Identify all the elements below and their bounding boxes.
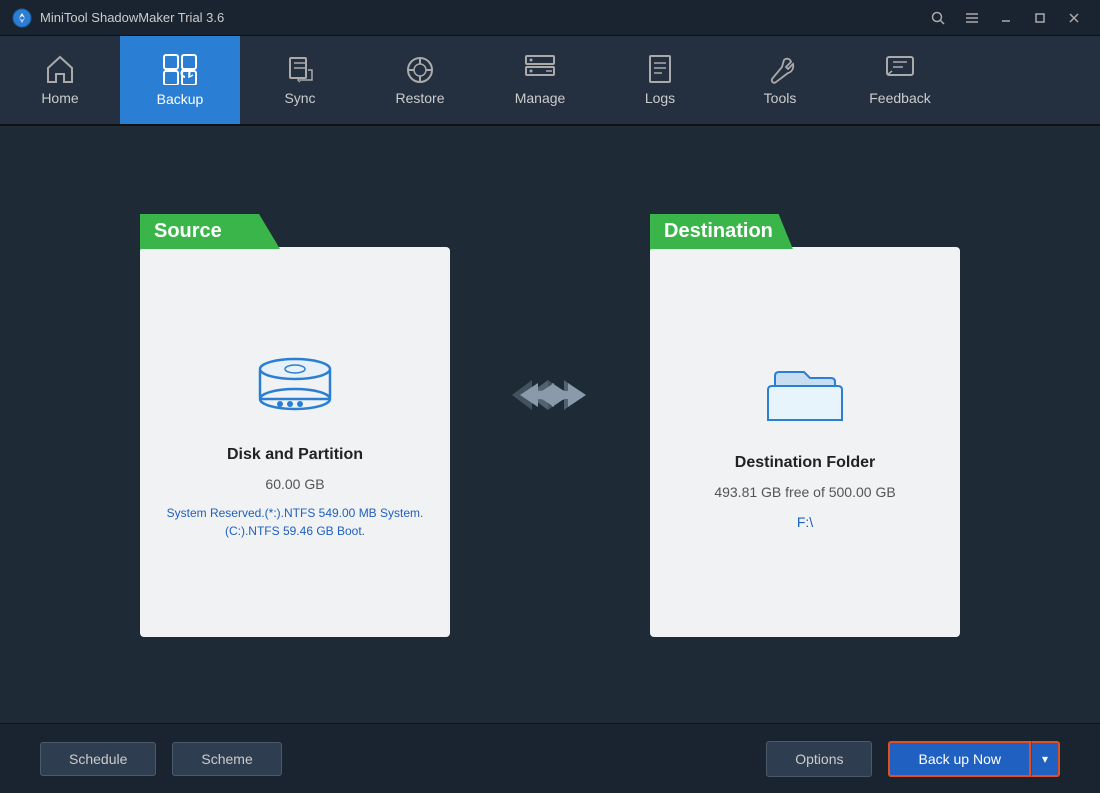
dropdown-arrow-icon: ▾: [1042, 752, 1048, 766]
sync-icon: [284, 54, 316, 84]
nav-backup[interactable]: Backup: [120, 36, 240, 124]
nav-sync-label: Sync: [284, 90, 315, 106]
source-wrapper: Source Disk and Partition 60.00 GB Syste…: [140, 212, 450, 637]
bottom-left-buttons: Schedule Scheme: [40, 742, 282, 776]
maximize-icon: [1034, 12, 1046, 24]
close-button[interactable]: [1060, 7, 1088, 29]
nav-feedback[interactable]: Feedback: [840, 36, 960, 124]
nav-home[interactable]: Home: [0, 36, 120, 124]
forward-arrow-icon: [510, 375, 590, 415]
destination-free: 493.81 GB free of 500.00 GB: [714, 484, 895, 500]
app-logo-icon: [12, 8, 32, 28]
title-bar-left: MiniTool ShadowMaker Trial 3.6: [12, 8, 224, 28]
search-button[interactable]: [924, 7, 952, 29]
manage-icon: [524, 54, 556, 84]
nav-tools[interactable]: Tools: [720, 36, 840, 124]
menu-icon: [965, 12, 979, 24]
backup-now-button[interactable]: Back up Now: [888, 741, 1030, 777]
bottom-bar: Schedule Scheme Options Back up Now ▾: [0, 723, 1100, 793]
nav-logs-label: Logs: [645, 90, 675, 106]
source-label: Source: [140, 214, 280, 249]
destination-path: F:\: [797, 512, 813, 533]
nav-backup-label: Backup: [157, 91, 204, 107]
bottom-right-buttons: Options Back up Now ▾: [766, 741, 1060, 777]
maximize-button[interactable]: [1026, 7, 1054, 29]
search-icon: [931, 11, 945, 25]
nav-manage-label: Manage: [515, 90, 566, 106]
backup-icon: [162, 53, 198, 85]
source-size: 60.00 GB: [265, 476, 324, 492]
source-card[interactable]: Disk and Partition 60.00 GB System Reser…: [140, 247, 450, 637]
destination-card[interactable]: Destination Folder 493.81 GB free of 500…: [650, 247, 960, 637]
main-content: Source Disk and Partition 60.00 GB Syste…: [0, 126, 1100, 723]
restore-icon: [404, 54, 436, 84]
nav-bar: Home Backup Sync R: [0, 36, 1100, 126]
disk-icon: [250, 344, 340, 424]
schedule-button[interactable]: Schedule: [40, 742, 156, 776]
scheme-button[interactable]: Scheme: [172, 742, 281, 776]
backup-now-dropdown[interactable]: ▾: [1031, 741, 1060, 777]
minimize-icon: [1000, 12, 1012, 24]
folder-icon: [760, 352, 850, 432]
nav-logs[interactable]: Logs: [600, 36, 720, 124]
options-button[interactable]: Options: [766, 741, 872, 777]
home-icon: [44, 54, 76, 84]
backup-now-group: Back up Now ▾: [888, 741, 1060, 777]
destination-title: Destination Folder: [735, 454, 875, 472]
feedback-icon: [884, 54, 916, 84]
nav-feedback-label: Feedback: [869, 90, 930, 106]
nav-tools-label: Tools: [764, 90, 797, 106]
destination-wrapper: Destination Destination Folder 493.81 GB…: [650, 212, 960, 637]
nav-restore-label: Restore: [395, 90, 444, 106]
app-title: MiniTool ShadowMaker Trial 3.6: [40, 10, 224, 25]
nav-home-label: Home: [41, 90, 78, 106]
source-details: System Reserved.(*:).NTFS 549.00 MB Syst…: [167, 504, 424, 540]
nav-restore[interactable]: Restore: [360, 36, 480, 124]
menu-button[interactable]: [958, 7, 986, 29]
logs-icon: [644, 54, 676, 84]
nav-manage[interactable]: Manage: [480, 36, 600, 124]
minimize-button[interactable]: [992, 7, 1020, 29]
destination-label: Destination: [650, 214, 793, 249]
tools-icon: [764, 54, 796, 84]
close-icon: [1068, 12, 1080, 24]
title-bar: MiniTool ShadowMaker Trial 3.6: [0, 0, 1100, 36]
window-controls: [924, 7, 1088, 29]
source-title: Disk and Partition: [227, 446, 363, 464]
nav-sync[interactable]: Sync: [240, 36, 360, 124]
arrow-indicator: [510, 375, 590, 475]
